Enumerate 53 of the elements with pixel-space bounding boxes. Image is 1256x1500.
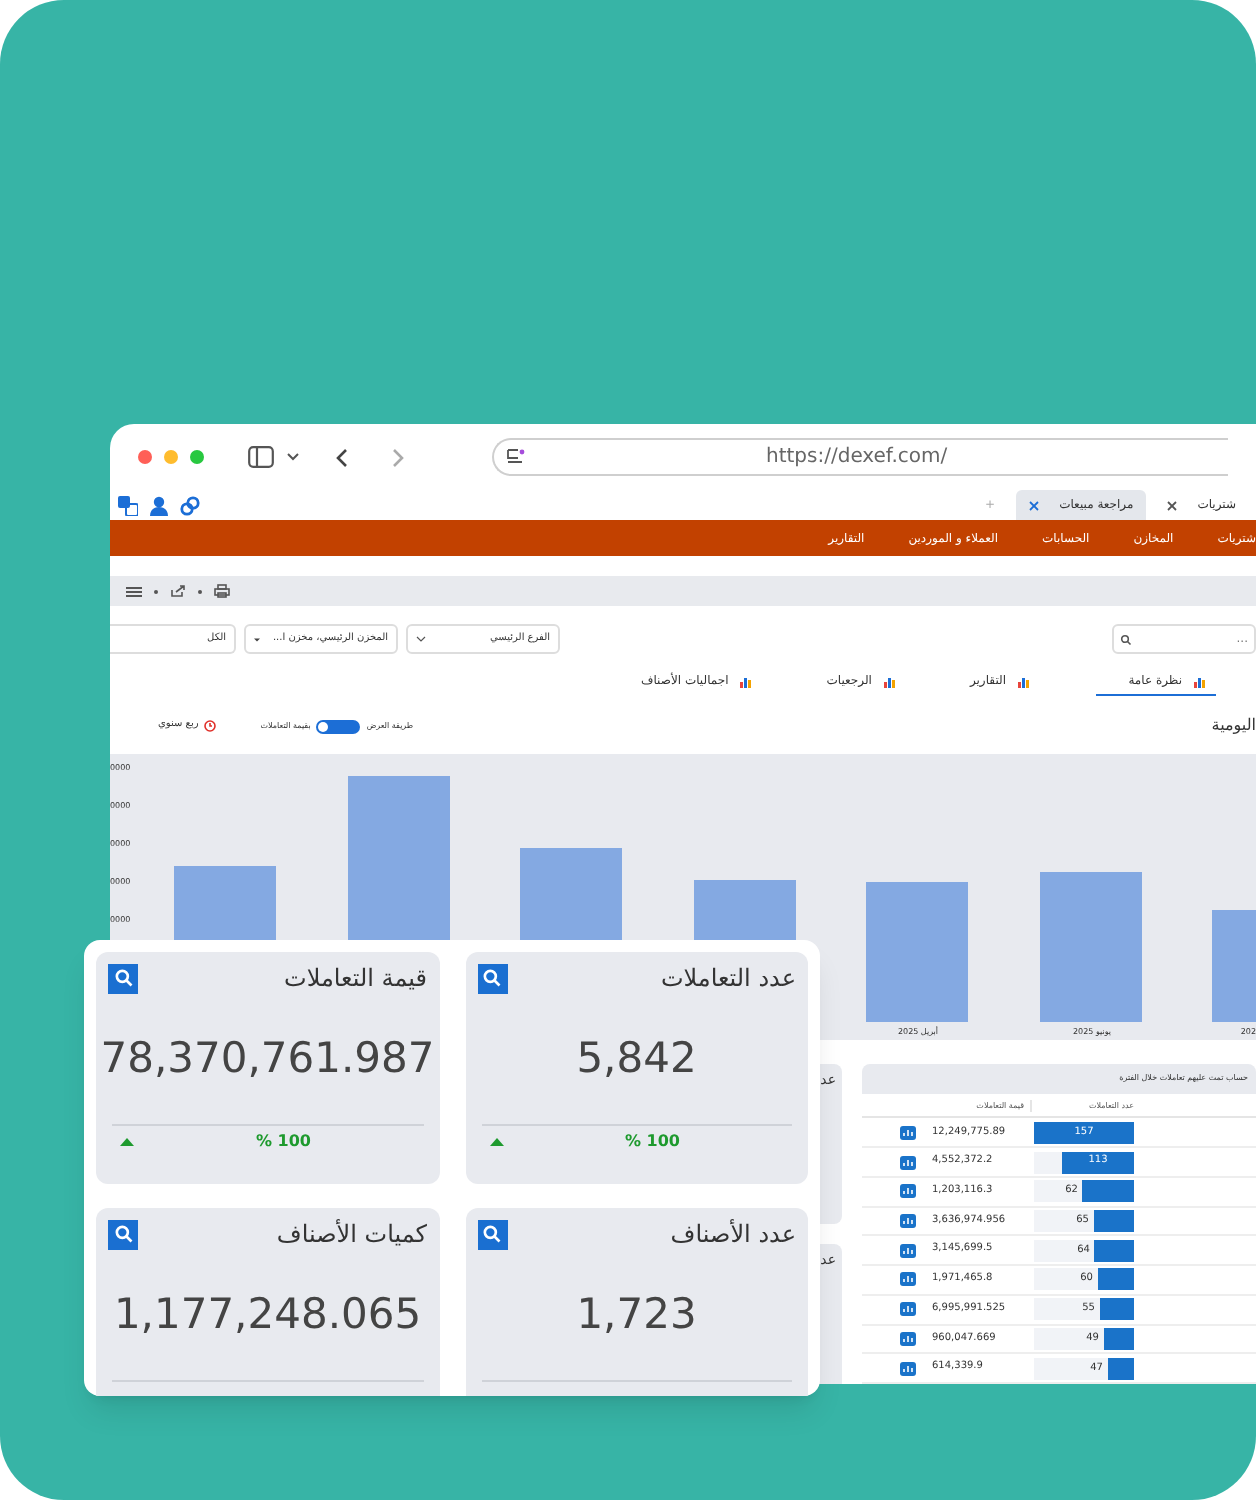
card-value: 5,842 [576,1032,697,1087]
card-title: عدد التعاملات [660,962,796,996]
search-button[interactable] [477,963,507,993]
card-value: 1,723 [576,1288,697,1343]
search-icon [482,1224,502,1244]
sidebar-icon[interactable] [248,446,274,468]
link-icon[interactable] [180,495,200,515]
chart-icon [1194,675,1208,687]
chevron-down-icon[interactable] [286,452,300,462]
share-icon[interactable] [170,584,186,598]
card-value: 78,370,761.987 [100,1032,435,1087]
page-icon [506,448,526,466]
search-button[interactable] [477,1219,507,1249]
chart-icon [1018,675,1032,687]
search-icon [482,968,502,988]
chart-icon[interactable] [900,1243,916,1258]
address-bar[interactable]: https://dexef.com/ [492,438,1228,476]
chart-icon[interactable] [900,1331,916,1346]
chart-icon[interactable] [900,1155,916,1170]
chart-bar [1212,910,1256,1022]
chart-icon[interactable] [900,1302,916,1317]
menu-icon[interactable] [126,585,142,597]
card-title: عدد الأصناف [670,1217,796,1252]
search-icon [113,968,133,988]
card-title: قيمة التعاملات [284,962,427,996]
search-button[interactable] [108,963,138,993]
section-title: اليومية [1211,714,1256,738]
chart-icon[interactable] [900,1125,916,1140]
user-icon[interactable] [150,495,168,515]
chevron-down-icon [416,636,426,642]
close-icon[interactable] [1027,499,1040,511]
change-text: % 100 [256,1130,311,1154]
clock-icon [204,720,217,732]
search-icon [113,1224,133,1244]
chart-icon [883,675,898,687]
translate-icon[interactable] [118,495,138,515]
change-text: % 100 [625,1130,680,1154]
chart-icon[interactable] [900,1213,916,1228]
chart-icon [740,675,755,687]
display-mode-toggle[interactable] [316,719,361,733]
chart-icon[interactable] [900,1184,916,1199]
card-value: 1,177,248.065 [113,1288,422,1343]
search-button[interactable] [108,1219,138,1249]
search-icon [1120,633,1132,645]
card-title: كميات الأصناف [276,1217,427,1252]
chart-icon[interactable] [900,1272,916,1287]
url-text: https://dexef.com/ [766,444,948,472]
caret-icon [254,637,260,641]
chart-icon[interactable] [900,1361,916,1376]
chart-bar [866,882,968,1022]
close-icon[interactable] [1165,499,1178,511]
printer-icon[interactable] [214,584,230,598]
back-icon[interactable] [336,447,348,467]
